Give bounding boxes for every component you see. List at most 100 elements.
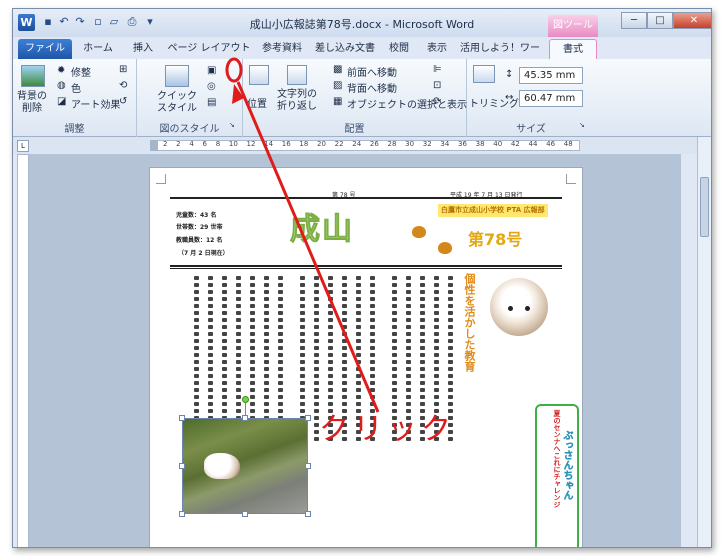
- picture-border-icon[interactable]: ▣: [207, 65, 216, 76]
- color-button[interactable]: 色: [71, 80, 81, 95]
- remove-background-icon[interactable]: [21, 65, 45, 87]
- tab-review[interactable]: 校閲: [381, 39, 417, 59]
- stat-staff: 教職員数：12 名: [176, 237, 223, 244]
- paw-icon: [438, 242, 452, 254]
- corrections-button[interactable]: 修整: [71, 64, 91, 79]
- ruler-tick-label: 8: [215, 140, 221, 148]
- restore-button[interactable]: □: [647, 12, 673, 29]
- crop-icon[interactable]: [473, 65, 495, 83]
- ruler-tick-label: 44: [528, 140, 538, 148]
- tab-file[interactable]: ファイル: [18, 39, 72, 59]
- tab-format[interactable]: 書式: [549, 39, 597, 59]
- document-page[interactable]: 第 78 号 平成 19 年 7 月 13 日発行 児童数：43 名 世帯数：2…: [149, 167, 583, 547]
- ruler-tick-label: 20: [316, 140, 326, 148]
- ruler-tick-label: 34: [440, 140, 450, 148]
- vertical-scrollbar[interactable]: [697, 137, 711, 547]
- ruler-margin: [150, 140, 158, 151]
- ruler-tick-label: 40: [493, 140, 503, 148]
- align-icon[interactable]: ⊫: [433, 64, 442, 75]
- page-corner-mark: [566, 174, 576, 184]
- click-annotation-label: クリック: [319, 412, 455, 447]
- size-group: トリミング ↕ 45.35 mm ↔ 60.47 mm ↘ サイズ: [467, 59, 595, 137]
- change-picture-icon[interactable]: ⟲: [119, 80, 127, 91]
- resize-handle[interactable]: [179, 511, 185, 517]
- tab-word-tips[interactable]: 活用しよう！ワード: [457, 39, 543, 74]
- tab-insert[interactable]: 挿入: [123, 39, 163, 59]
- bring-forward-icon: ▩: [333, 64, 343, 75]
- resize-handle[interactable]: [305, 415, 311, 421]
- ruler-tick-label: 32: [422, 140, 432, 148]
- picture-layout-icon[interactable]: ▤: [207, 97, 216, 108]
- paw-icon: [412, 226, 426, 238]
- ruler-tick-label: 12: [246, 140, 256, 148]
- compress-icon[interactable]: ⊞: [119, 64, 127, 75]
- top-rule: [170, 197, 562, 199]
- width-input[interactable]: 60.47 mm: [519, 90, 583, 107]
- picture-effects-icon[interactable]: ◎: [207, 81, 216, 92]
- resize-handle[interactable]: [179, 463, 185, 469]
- tab-page-layout[interactable]: ページ レイアウト: [165, 39, 253, 59]
- quick-styles-button[interactable]: クイック スタイル: [157, 91, 197, 115]
- position-button[interactable]: 位置: [247, 95, 267, 110]
- resize-handle[interactable]: [242, 415, 248, 421]
- title-bar: W ▪ ↶ ↷ ▫ ▱ ⎙ ▾ 成山小広報誌第78号.docx - Micros…: [13, 9, 711, 37]
- artistic-effects-icon: ◪: [57, 96, 67, 107]
- close-button[interactable]: ✕: [673, 12, 711, 29]
- ruler-tick-label: 30: [405, 140, 415, 148]
- window-title: 成山小広報誌第78号.docx - Microsoft Word: [249, 18, 475, 31]
- scrollbar-thumb[interactable]: [700, 177, 709, 237]
- callout-body: ぶっさんちゃん: [561, 430, 572, 500]
- ruler-tick-label: 16: [281, 140, 291, 148]
- picture-styles-group-label: 図のスタイル: [159, 124, 220, 135]
- resize-handle[interactable]: [242, 511, 248, 517]
- vertical-ruler[interactable]: [17, 154, 29, 547]
- tab-home[interactable]: ホーム: [75, 39, 121, 59]
- tab-mailings[interactable]: 差し込み文書: [311, 39, 379, 59]
- masthead-rule-thin: [170, 268, 562, 269]
- tab-references[interactable]: 参考資料: [255, 39, 309, 59]
- rotate-icon[interactable]: ⟳: [433, 96, 441, 107]
- issue-badge: 第78号: [468, 230, 523, 249]
- stat-students: 児童数：43 名: [176, 212, 217, 219]
- dog-in-grass-image: [204, 453, 240, 479]
- reset-picture-icon[interactable]: ↺: [119, 96, 127, 107]
- minimize-button[interactable]: ─: [621, 12, 647, 29]
- selection-pane-icon: ▦: [333, 96, 343, 107]
- tab-view[interactable]: 表示: [419, 39, 455, 59]
- arrange-group-label: 配置: [344, 124, 365, 135]
- ribbon-tabs: ファイル ホーム 挿入 ページ レイアウト 参考資料 差し込み文書 校閲 表示 …: [13, 37, 711, 74]
- selection-pane-button[interactable]: オブジェクトの選択と表示: [347, 96, 467, 111]
- bring-forward-button[interactable]: 前面へ移動: [347, 64, 397, 79]
- ruler-tick-label: 6: [202, 140, 207, 148]
- masthead-rule: [170, 265, 562, 267]
- ruler-tick-label: 42: [510, 140, 520, 148]
- stat-date: （7 月 2 日現在）: [178, 250, 229, 257]
- adjust-group: 背景の 削除 ✹ 修整 ◍ 色 ◪ アート効果 ⊞ ⟲ ↺ 調整: [13, 59, 137, 137]
- height-input[interactable]: 45.35 mm: [519, 67, 583, 84]
- tab-selector-icon[interactable]: L: [17, 140, 29, 152]
- size-group-label: サイズ: [516, 124, 546, 135]
- ruler-ticks: 2 2 4 6 8 10 12 14 16 18 20 22 24 26 28 30 32 34 36 38 40 42 4…: [163, 140, 573, 151]
- color-icon: ◍: [57, 80, 66, 91]
- send-backward-button[interactable]: 背面へ移動: [347, 80, 397, 95]
- position-icon[interactable]: [249, 65, 269, 85]
- resize-handle[interactable]: [305, 511, 311, 517]
- send-backward-icon: ▨: [333, 80, 343, 91]
- ruler-tick-label: 10: [228, 140, 238, 148]
- corrections-icon: ✹: [57, 65, 66, 76]
- ruler-tick-label: 14: [264, 140, 274, 148]
- group-icon[interactable]: ⊡: [433, 80, 441, 91]
- remove-background-button[interactable]: 背景の 削除: [17, 91, 47, 115]
- quick-styles-icon[interactable]: [165, 65, 189, 87]
- ruler-tick-label: 24: [352, 140, 362, 148]
- resize-handle[interactable]: [179, 415, 185, 421]
- picture-styles-group: クイック スタイル ▣ ◎ ▤ ↘ 図のスタイル: [137, 59, 243, 137]
- wrap-text-icon[interactable]: [287, 65, 307, 85]
- ribbon: 背景の 削除 ✹ 修整 ◍ 色 ◪ アート効果 ⊞ ⟲ ↺ 調整 クイック スタ…: [13, 59, 711, 137]
- selected-picture[interactable]: [182, 418, 308, 514]
- article-heading: 個性を活かした教育: [463, 273, 476, 372]
- rotation-handle[interactable]: [242, 396, 249, 403]
- wrap-text-button[interactable]: 文字列の 折り返し: [277, 89, 317, 113]
- resize-handle[interactable]: [305, 463, 311, 469]
- artistic-effects-button[interactable]: アート効果: [71, 96, 120, 111]
